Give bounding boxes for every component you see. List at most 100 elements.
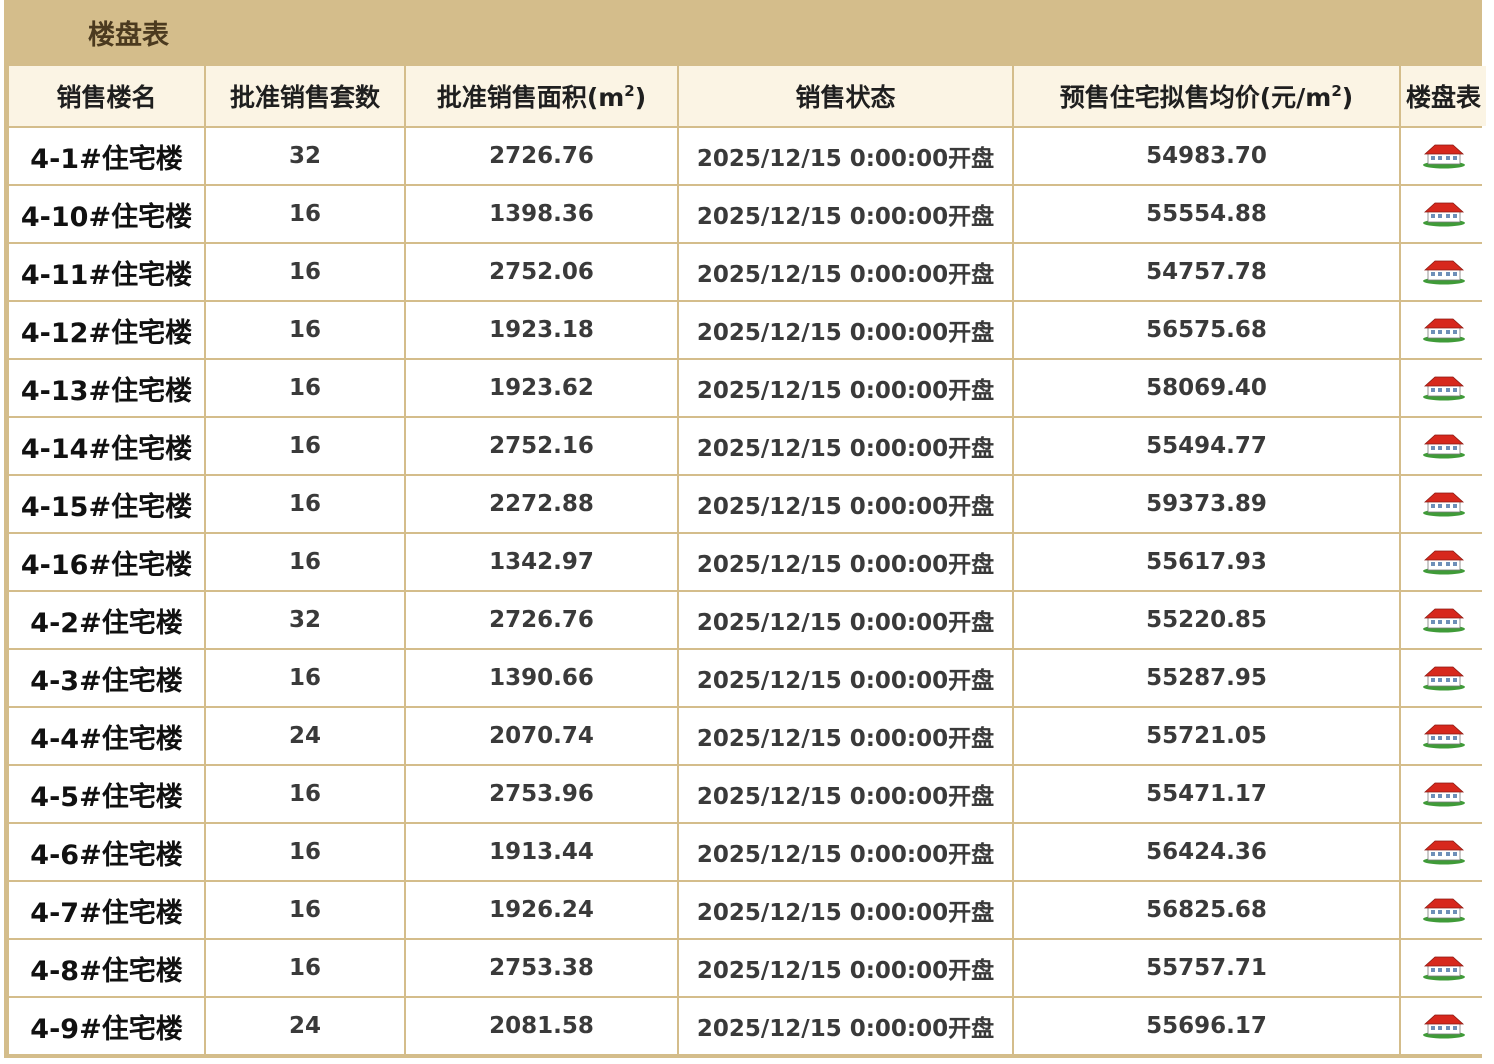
approved-units-cell: 16 (206, 244, 404, 300)
sales-status-cell: 2025/12/15 0:00:00开盘 (679, 766, 1012, 822)
approved-area-cell: 2081.58 (406, 998, 677, 1054)
floor-plan-cell (1401, 708, 1486, 764)
building-name-cell: 4-7#住宅楼 (9, 882, 204, 938)
approved-units-cell: 16 (206, 186, 404, 242)
approved-units-cell: 32 (206, 592, 404, 648)
approved-area-cell: 2726.76 (406, 128, 677, 184)
average-price-cell: 56424.36 (1014, 824, 1399, 880)
average-price-cell: 56575.68 (1014, 302, 1399, 358)
panel-title-bar: 楼盘表 (4, 0, 1482, 64)
house-icon[interactable] (1422, 259, 1466, 285)
house-icon[interactable] (1422, 723, 1466, 749)
average-price-cell: 55757.71 (1014, 940, 1399, 996)
building-name-cell: 4-5#住宅楼 (9, 766, 204, 822)
panel-title: 楼盘表 (88, 19, 169, 51)
column-header-building-name: 销售楼名 (9, 66, 204, 126)
floor-plan-cell (1401, 824, 1486, 880)
column-header-sales-status: 销售状态 (679, 66, 1012, 126)
average-price-cell: 55494.77 (1014, 418, 1399, 474)
sales-status-cell: 2025/12/15 0:00:00开盘 (679, 882, 1012, 938)
approved-area-cell: 2753.38 (406, 940, 677, 996)
table-row: 4-6#住宅楼 16 1913.44 2025/12/15 0:00:00开盘 5642… (9, 824, 1486, 880)
floor-plan-cell (1401, 302, 1486, 358)
building-name-cell: 4-2#住宅楼 (9, 592, 204, 648)
house-icon[interactable] (1422, 317, 1466, 343)
building-name-cell: 4-16#住宅楼 (9, 534, 204, 590)
average-price-cell: 55696.17 (1014, 998, 1399, 1054)
building-name-cell: 4-8#住宅楼 (9, 940, 204, 996)
house-icon[interactable] (1422, 955, 1466, 981)
floor-plan-cell (1401, 418, 1486, 474)
house-icon[interactable] (1422, 607, 1466, 633)
floor-plan-cell (1401, 360, 1486, 416)
floor-plan-cell (1401, 476, 1486, 532)
column-header-floor-plan: 楼盘表 (1401, 66, 1486, 126)
approved-area-cell: 2752.06 (406, 244, 677, 300)
building-name-cell: 4-12#住宅楼 (9, 302, 204, 358)
table-body: 4-1#住宅楼 32 2726.76 2025/12/15 0:00:00开盘 5498… (9, 128, 1486, 1054)
floor-plan-cell (1401, 766, 1486, 822)
approved-area-cell: 1923.62 (406, 360, 677, 416)
house-icon[interactable] (1422, 665, 1466, 691)
approved-area-cell: 1342.97 (406, 534, 677, 590)
house-icon[interactable] (1422, 781, 1466, 807)
sales-status-cell: 2025/12/15 0:00:00开盘 (679, 592, 1012, 648)
approved-units-cell: 32 (206, 128, 404, 184)
sales-status-cell: 2025/12/15 0:00:00开盘 (679, 650, 1012, 706)
sales-status-cell: 2025/12/15 0:00:00开盘 (679, 824, 1012, 880)
sales-status-cell: 2025/12/15 0:00:00开盘 (679, 360, 1012, 416)
table-row: 4-9#住宅楼 24 2081.58 2025/12/15 0:00:00开盘 5569… (9, 998, 1486, 1054)
approved-area-cell: 2753.96 (406, 766, 677, 822)
average-price-cell: 58069.40 (1014, 360, 1399, 416)
table-row: 4-1#住宅楼 32 2726.76 2025/12/15 0:00:00开盘 5498… (9, 128, 1486, 184)
table-row: 4-4#住宅楼 24 2070.74 2025/12/15 0:00:00开盘 5572… (9, 708, 1486, 764)
average-price-cell: 55220.85 (1014, 592, 1399, 648)
average-price-cell: 55554.88 (1014, 186, 1399, 242)
building-name-cell: 4-3#住宅楼 (9, 650, 204, 706)
table-row: 4-16#住宅楼 16 1342.97 2025/12/15 0:00:00开盘 556… (9, 534, 1486, 590)
building-name-cell: 4-9#住宅楼 (9, 998, 204, 1054)
column-header-average-price: 预售住宅拟售均价(元/m2) (1014, 66, 1399, 126)
table-row: 4-12#住宅楼 16 1923.18 2025/12/15 0:00:00开盘 565… (9, 302, 1486, 358)
building-name-cell: 4-11#住宅楼 (9, 244, 204, 300)
building-sales-table: 销售楼名 批准销售套数 批准销售面积(m2) 销售状态 预售住宅拟售均价(元/m… (7, 64, 1488, 1056)
approved-units-cell: 16 (206, 940, 404, 996)
building-name-cell: 4-1#住宅楼 (9, 128, 204, 184)
house-icon[interactable] (1422, 1013, 1466, 1039)
table-row: 4-14#住宅楼 16 2752.16 2025/12/15 0:00:00开盘 554… (9, 418, 1486, 474)
sales-status-cell: 2025/12/15 0:00:00开盘 (679, 128, 1012, 184)
approved-units-cell: 16 (206, 824, 404, 880)
average-price-cell: 59373.89 (1014, 476, 1399, 532)
house-icon[interactable] (1422, 201, 1466, 227)
floor-plan-cell (1401, 592, 1486, 648)
house-icon[interactable] (1422, 897, 1466, 923)
average-price-cell: 55471.17 (1014, 766, 1399, 822)
average-price-cell: 55617.93 (1014, 534, 1399, 590)
sales-status-cell: 2025/12/15 0:00:00开盘 (679, 940, 1012, 996)
house-icon[interactable] (1422, 375, 1466, 401)
table-row: 4-5#住宅楼 16 2753.96 2025/12/15 0:00:00开盘 5547… (9, 766, 1486, 822)
sales-status-cell: 2025/12/15 0:00:00开盘 (679, 244, 1012, 300)
house-icon[interactable] (1422, 549, 1466, 575)
sales-status-cell: 2025/12/15 0:00:00开盘 (679, 476, 1012, 532)
house-icon[interactable] (1422, 839, 1466, 865)
floor-plan-cell (1401, 940, 1486, 996)
house-icon[interactable] (1422, 491, 1466, 517)
approved-area-cell: 1390.66 (406, 650, 677, 706)
table-row: 4-13#住宅楼 16 1923.62 2025/12/15 0:00:00开盘 580… (9, 360, 1486, 416)
house-icon[interactable] (1422, 433, 1466, 459)
sales-status-cell: 2025/12/15 0:00:00开盘 (679, 302, 1012, 358)
house-icon[interactable] (1422, 143, 1466, 169)
building-list-panel: 楼盘表 销售楼名 批准销售套数 批准销售面积(m2) 销售状态 预售住宅拟售均价… (4, 0, 1486, 1058)
sales-status-cell: 2025/12/15 0:00:00开盘 (679, 708, 1012, 764)
approved-area-cell: 1398.36 (406, 186, 677, 242)
average-price-cell: 54983.70 (1014, 128, 1399, 184)
average-price-cell: 54757.78 (1014, 244, 1399, 300)
table-row: 4-11#住宅楼 16 2752.06 2025/12/15 0:00:00开盘 547… (9, 244, 1486, 300)
average-price-cell: 55287.95 (1014, 650, 1399, 706)
average-price-cell: 56825.68 (1014, 882, 1399, 938)
approved-units-cell: 16 (206, 418, 404, 474)
approved-area-cell: 2070.74 (406, 708, 677, 764)
approved-units-cell: 16 (206, 650, 404, 706)
table-row: 4-10#住宅楼 16 1398.36 2025/12/15 0:00:00开盘 555… (9, 186, 1486, 242)
